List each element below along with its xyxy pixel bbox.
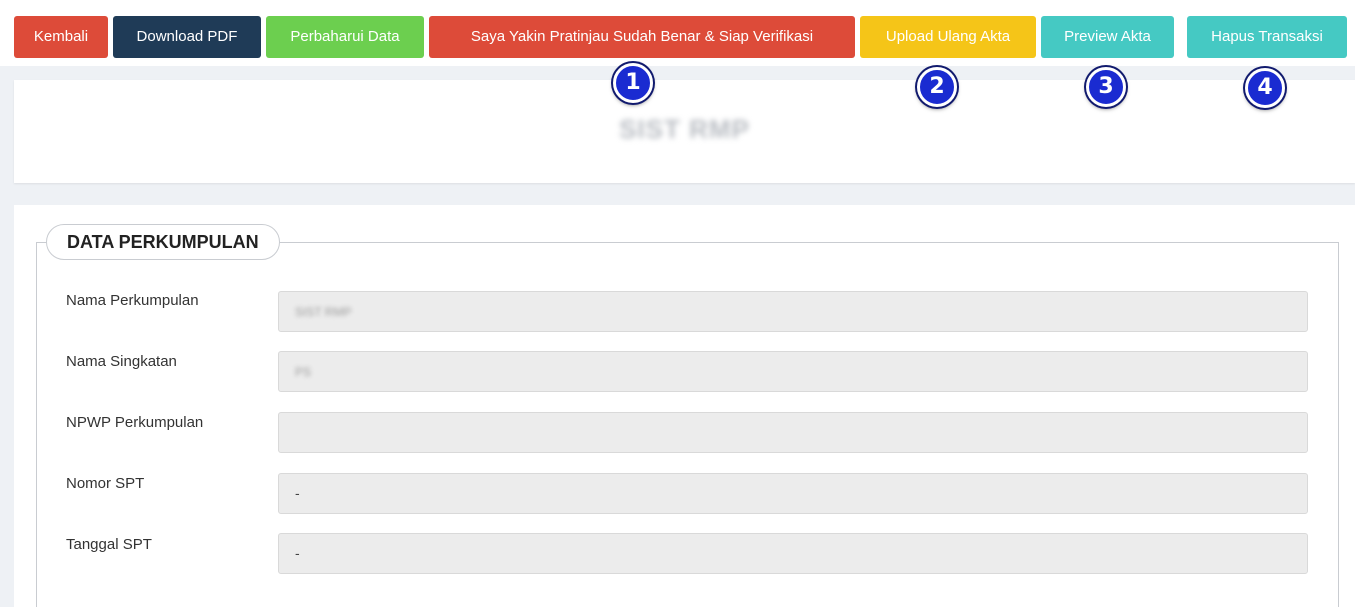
field-label-nama-singkatan: Nama Singkatan	[66, 353, 177, 370]
field-label-nomor-spt: Nomor SPT	[66, 475, 145, 492]
field-nama-perkumpulan[interactable]: SIST RMP	[278, 291, 1308, 332]
update-data-button[interactable]: Perbaharui Data	[266, 16, 424, 58]
field-value-nama-singkatan: PS	[295, 365, 312, 379]
section-legend: DATA PERKUMPULAN	[46, 224, 280, 260]
reupload-deed-button[interactable]: Upload Ulang Akta	[860, 16, 1036, 58]
callout-badge-3: 3	[1086, 67, 1126, 107]
callout-badge-4: 4	[1245, 68, 1285, 108]
field-tanggal-spt[interactable]: -	[278, 533, 1308, 574]
field-nomor-spt[interactable]: -	[278, 473, 1308, 514]
back-button[interactable]: Kembali	[14, 16, 108, 58]
header-card: SIST RMP	[14, 80, 1355, 183]
field-label-npwp-perkumpulan: NPWP Perkumpulan	[66, 414, 204, 431]
action-toolbar: Kembali Download PDF Perbaharui Data Say…	[0, 0, 1355, 66]
preview-deed-button[interactable]: Preview Akta	[1041, 16, 1174, 58]
field-label-nama-perkumpulan: Nama Perkumpulan	[66, 292, 199, 309]
field-label-tanggal-spt: Tanggal SPT	[66, 536, 152, 553]
association-title: SIST RMP	[619, 114, 750, 144]
callout-badge-1: 1	[613, 63, 653, 103]
delete-transaction-button[interactable]: Hapus Transaksi	[1187, 16, 1347, 58]
callout-badge-2: 2	[917, 67, 957, 107]
field-npwp-perkumpulan[interactable]	[278, 412, 1308, 453]
field-value-tanggal-spt: -	[295, 545, 300, 561]
download-pdf-button[interactable]: Download PDF	[113, 16, 261, 58]
field-nama-singkatan[interactable]: PS	[278, 351, 1308, 392]
confirm-verification-button[interactable]: Saya Yakin Pratinjau Sudah Benar & Siap …	[429, 16, 855, 58]
field-value-nama-perkumpulan: SIST RMP	[295, 305, 352, 319]
field-value-nomor-spt: -	[295, 485, 300, 501]
page: Kembali Download PDF Perbaharui Data Say…	[0, 0, 1355, 607]
